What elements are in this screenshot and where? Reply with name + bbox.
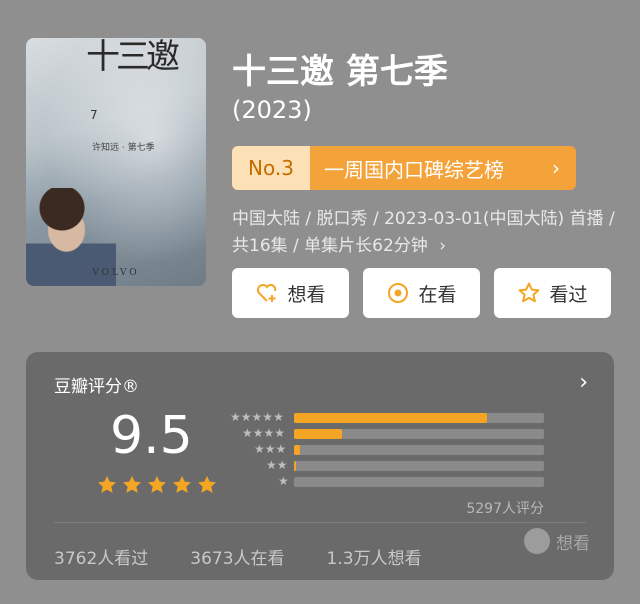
distribution-row: ★ ★ ★: [222, 442, 552, 458]
meta-text: 中国大陆 / 脱口秀 / 2023-03-01(中国大陆) 首播 / 共16集 …: [232, 209, 615, 256]
star-outline-icon: [517, 281, 541, 305]
star-icon: ★: [254, 442, 265, 456]
star-icon: ★: [252, 426, 264, 440]
watched-button[interactable]: 看过: [494, 268, 611, 318]
rating-distribution: ★ ★ ★ ★ ★ ★ ★ ★ ★ ★ ★ ★ ★ ★ ★: [222, 410, 552, 490]
action-buttons: 想看 在看 看过: [232, 268, 611, 318]
show-title: 十三邀 第七季: [232, 52, 448, 92]
star-icon: ★: [251, 410, 263, 424]
stat-watched[interactable]: 3762人看过: [54, 544, 148, 569]
row-stars: ★ ★ ★ ★: [242, 426, 285, 440]
poster-brand: VOLVO: [92, 268, 140, 278]
chevron-right-icon[interactable]: ›: [579, 370, 588, 395]
star-icon: [121, 474, 143, 496]
show-year: (2023): [232, 96, 312, 124]
star-icon: ★: [274, 426, 286, 440]
distribution-track: [294, 413, 544, 423]
want-tag-label: 想看: [556, 533, 590, 554]
row-stars: ★ ★: [266, 458, 288, 472]
rank-number: No.3: [232, 146, 310, 190]
chevron-right-icon: ›: [439, 236, 447, 256]
rank-list-name: 一周国内口碑综艺榜: [324, 157, 504, 182]
distribution-bar: [294, 429, 342, 439]
rank-list: 一周国内口碑综艺榜 ›: [310, 146, 576, 190]
star-icon: ★: [276, 458, 288, 472]
stat-want[interactable]: 1.3万人想看: [327, 544, 422, 569]
stats-row: 3762人看过 3673人在看 1.3万人想看: [54, 544, 422, 569]
distribution-row: ★: [222, 474, 552, 490]
show-meta[interactable]: 中国大陆 / 脱口秀 / 2023-03-01(中国大陆) 首播 / 共16集 …: [232, 206, 618, 260]
distribution-row: ★ ★: [222, 458, 552, 474]
watching-label: 在看: [418, 283, 457, 306]
star-icon: ★: [242, 426, 253, 440]
watching-button[interactable]: 在看: [363, 268, 480, 318]
chevron-right-icon: ›: [552, 156, 560, 180]
row-stars: ★ ★ ★ ★ ★: [230, 410, 284, 424]
star-icon: [146, 474, 168, 496]
distribution-track: [294, 477, 544, 487]
want-label: 想看: [287, 283, 326, 306]
star-icon: ★: [275, 442, 287, 456]
want-button[interactable]: 想看: [232, 268, 349, 318]
star-icon: ★: [262, 410, 274, 424]
star-icon: ★: [230, 410, 241, 424]
star-icon: [196, 474, 218, 496]
star-icon: [171, 474, 193, 496]
star-icon: ★: [240, 410, 252, 424]
watched-label: 看过: [549, 283, 588, 306]
distribution-track: [294, 429, 544, 439]
poster-season-number: 7: [90, 108, 98, 122]
distribution-bar: [294, 461, 296, 471]
distribution-bar: [294, 445, 301, 455]
star-icon: ★: [263, 426, 275, 440]
distribution-row: ★ ★ ★ ★: [222, 426, 552, 442]
score-stars: [96, 474, 218, 496]
star-icon: ★: [273, 410, 284, 424]
rating-count: 5297人评分: [466, 501, 544, 517]
target-icon: [386, 281, 410, 305]
row-stars: ★ ★ ★: [254, 442, 286, 456]
divider: [54, 522, 586, 523]
heart-plus-icon: [255, 281, 279, 305]
poster-image[interactable]: 十三邀 7 许知远 · 第七季 VOLVO: [26, 38, 206, 286]
star-icon: ★: [266, 458, 277, 472]
distribution-track: [294, 461, 544, 471]
stat-watching[interactable]: 3673人在看: [190, 544, 284, 569]
distribution-row: ★ ★ ★ ★ ★: [222, 410, 552, 426]
star-icon: ★: [264, 442, 276, 456]
poster-title-art: 十三邀: [86, 38, 180, 77]
row-stars: ★: [278, 474, 289, 488]
rating-card[interactable]: 豆瓣评分® › 9.5 ★ ★ ★ ★ ★ ★ ★ ★ ★ ★ ★ ★ ★ ★ ★ 5297人评分 3762…: [26, 352, 614, 580]
avatar: [524, 528, 550, 554]
poster-subtitle: 许知远 · 第七季: [92, 143, 155, 153]
want-tag[interactable]: 想看: [524, 528, 590, 554]
star-icon: [96, 474, 118, 496]
ranking-banner[interactable]: No.3 一周国内口碑综艺榜 ›: [232, 146, 576, 190]
distribution-track: [294, 445, 544, 455]
star-icon: ★: [278, 474, 289, 488]
distribution-bar: [294, 413, 487, 423]
rating-label: 豆瓣评分®: [54, 377, 139, 397]
rating-score: 9.5: [110, 406, 193, 466]
